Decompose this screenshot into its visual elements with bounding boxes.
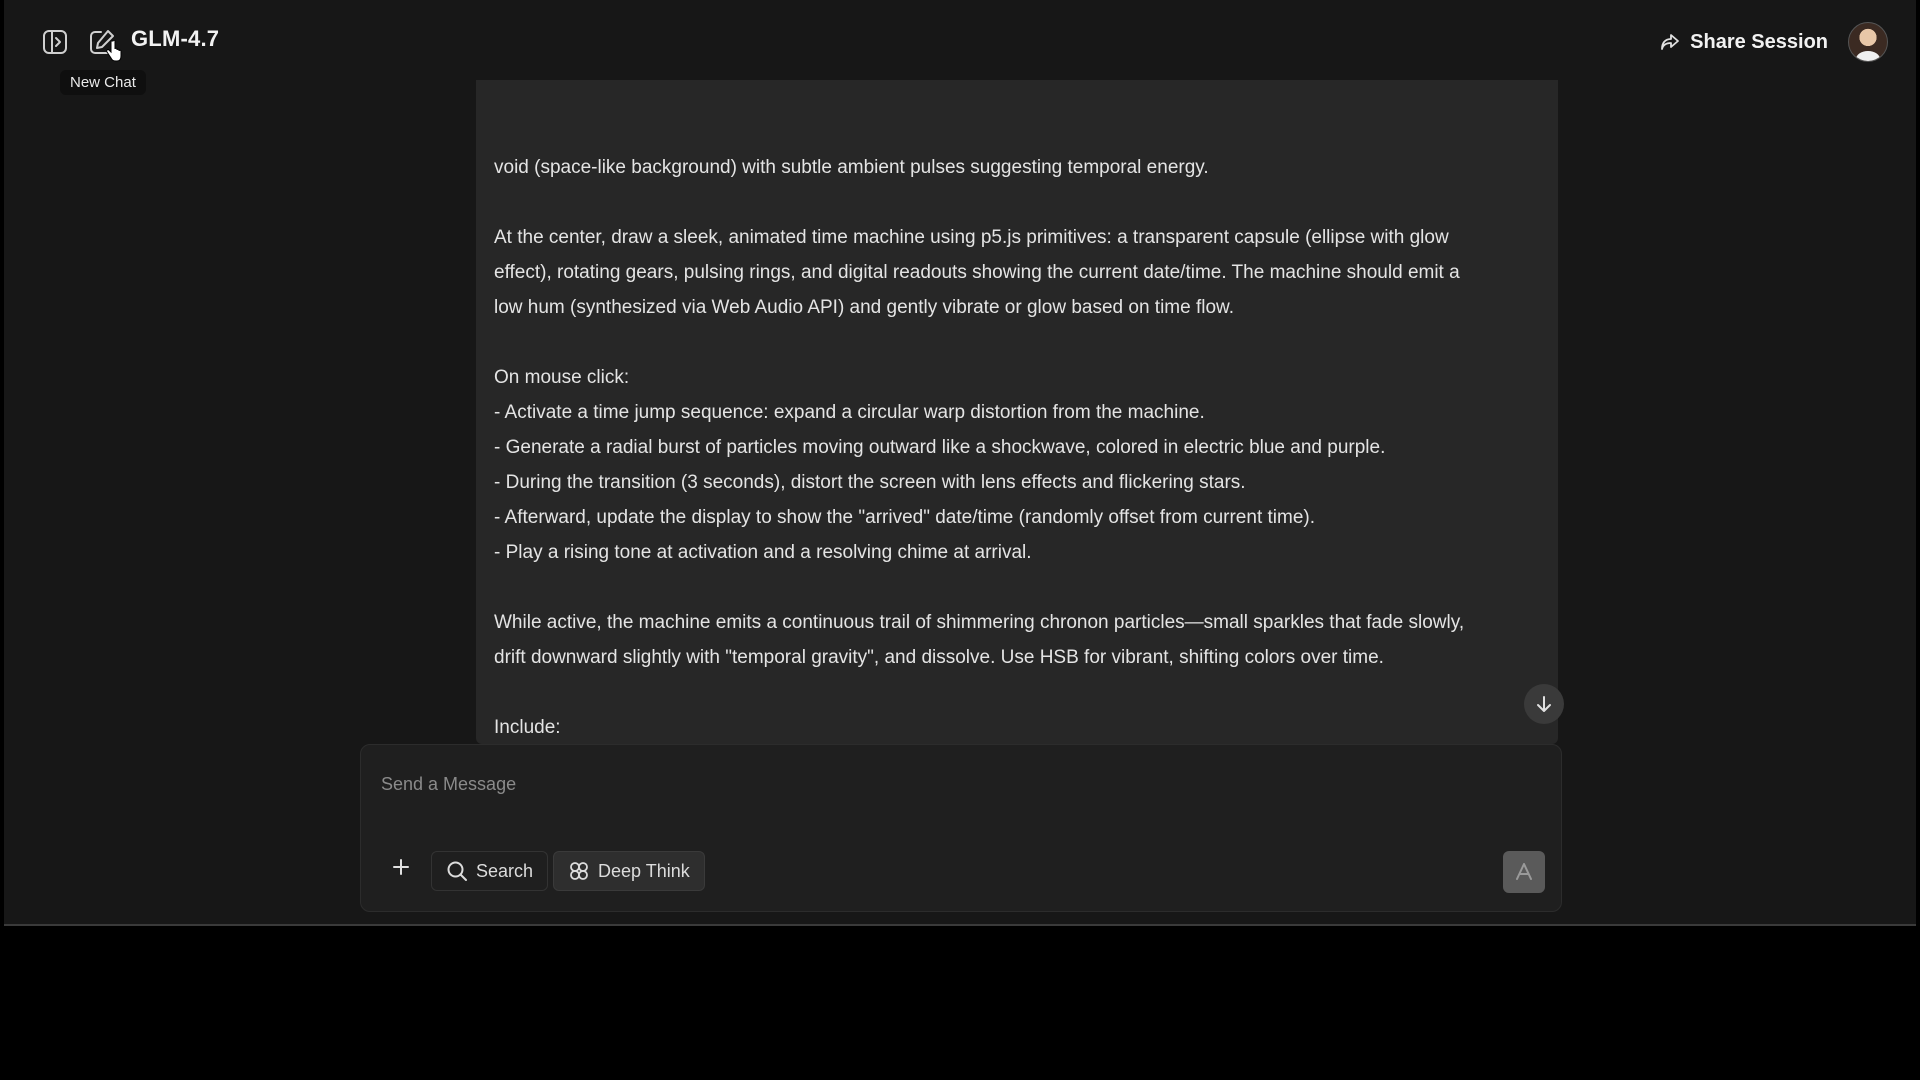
avatar[interactable] <box>1848 22 1888 62</box>
message-line: While active, the machine emits a contin… <box>494 612 1465 633</box>
message-line <box>494 185 1530 220</box>
arrow-down-icon <box>1537 696 1551 712</box>
share-session-button[interactable]: Share Session <box>1660 24 1828 60</box>
share-session-label: Share Session <box>1690 30 1828 53</box>
message-line: On mouse click: <box>494 367 630 388</box>
chat-app: GLM-4.7 New Chat Share Session void (spa… <box>4 0 1916 926</box>
message-line: - Activate a time jump sequence: expand … <box>494 402 1205 423</box>
deep-think-icon <box>570 862 588 880</box>
model-title: GLM-4.7 <box>131 26 220 51</box>
search-label: Search <box>476 860 534 881</box>
sidebar-toggle-icon <box>43 30 67 54</box>
message-composer: Search Deep Think <box>360 744 1562 912</box>
message-line: effect), rotating gears, pulsing rings, … <box>494 262 1460 283</box>
message-line <box>494 570 1530 605</box>
message-line: At the center, draw a sleek, animated ti… <box>494 227 1449 248</box>
send-button[interactable] <box>1503 851 1545 893</box>
attach-button[interactable] <box>385 851 417 883</box>
message-line <box>494 675 1530 710</box>
deep-think-toggle-button[interactable]: Deep Think <box>553 851 705 891</box>
message-line: - Play a rising tone at activation and a… <box>494 542 1032 563</box>
scroll-to-bottom-button[interactable] <box>1524 684 1564 724</box>
message-line: - Generate a radial burst of particles m… <box>494 437 1386 458</box>
deep-think-label: Deep Think <box>598 860 690 881</box>
share-icon <box>1661 34 1680 50</box>
message-line: - During the transition (3 seconds), dis… <box>494 472 1246 493</box>
user-message: void (space-like background) with subtle… <box>476 80 1558 744</box>
message-text: void (space-like background) with subtle… <box>494 80 1530 744</box>
top-bar: GLM-4.7 New Chat Share Session <box>4 0 1916 95</box>
mouse-cursor-icon <box>106 40 122 62</box>
message-line <box>494 325 1530 360</box>
new-chat-tooltip: New Chat <box>60 70 146 95</box>
message-line: drift downward slightly with "temporal g… <box>494 647 1384 668</box>
message-line: Include: <box>494 717 561 738</box>
search-toggle-button[interactable]: Search <box>431 851 549 891</box>
message-line: void (space-like background) with subtle… <box>494 157 1209 178</box>
message-input[interactable] <box>379 763 1483 805</box>
plus-icon <box>393 859 409 875</box>
message-line: low hum (synthesized via Web Audio API) … <box>494 297 1234 318</box>
sidebar-toggle-button[interactable] <box>37 24 73 60</box>
send-arrow-icon <box>1516 863 1532 880</box>
search-icon <box>447 861 467 881</box>
message-line: - Afterward, update the display to show … <box>494 507 1315 528</box>
